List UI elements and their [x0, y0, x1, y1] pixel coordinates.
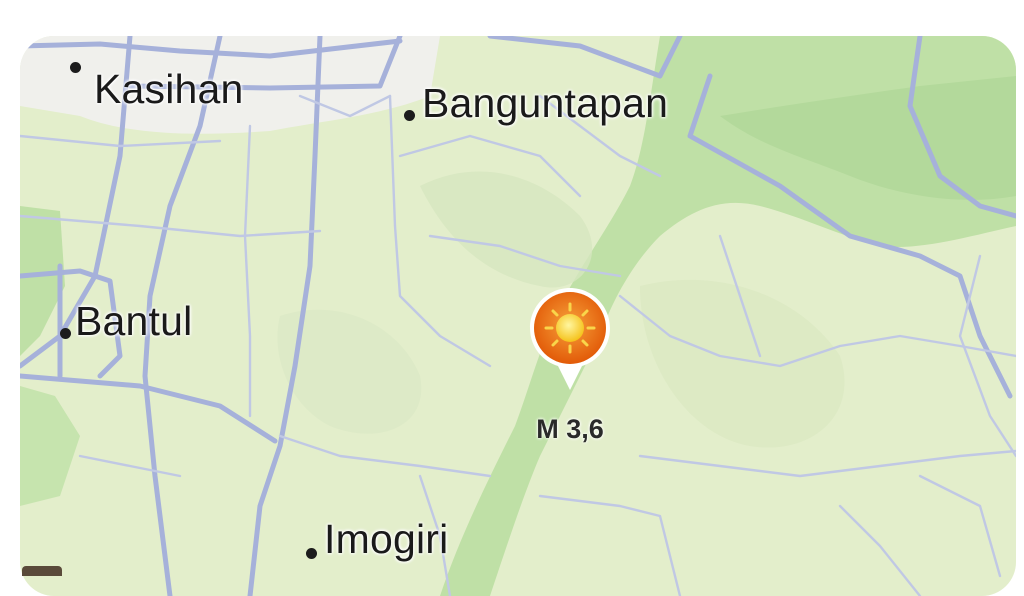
place-name: Bantul: [75, 298, 193, 344]
bottom-left-edge: [22, 566, 62, 576]
place-label-bantul[interactable]: Bantul: [60, 298, 192, 345]
earthquake-marker[interactable]: [522, 284, 618, 400]
map-pin-icon: [530, 288, 610, 390]
place-name: Banguntapan: [422, 80, 669, 126]
place-dot: [70, 62, 81, 73]
forest-area-southwest: [20, 386, 80, 506]
hill-shade: [420, 171, 593, 288]
place-label-kasihan[interactable]: Kasihan: [70, 44, 243, 112]
earthquake-magnitude-label: M 3,6: [536, 414, 604, 444]
place-dot: [306, 548, 317, 559]
place-label-imogiri[interactable]: Imogiri: [306, 516, 448, 563]
place-name: Kasihan: [94, 66, 244, 112]
place-label-banguntapan[interactable]: Banguntapan: [404, 80, 668, 127]
place-name: Imogiri: [324, 516, 449, 562]
sun-icon: [544, 302, 596, 354]
place-dot: [404, 110, 415, 121]
map-view[interactable]: Kasihan Banguntapan Bantul Imogiri M 3,6: [20, 36, 1016, 596]
place-dot: [60, 328, 71, 339]
